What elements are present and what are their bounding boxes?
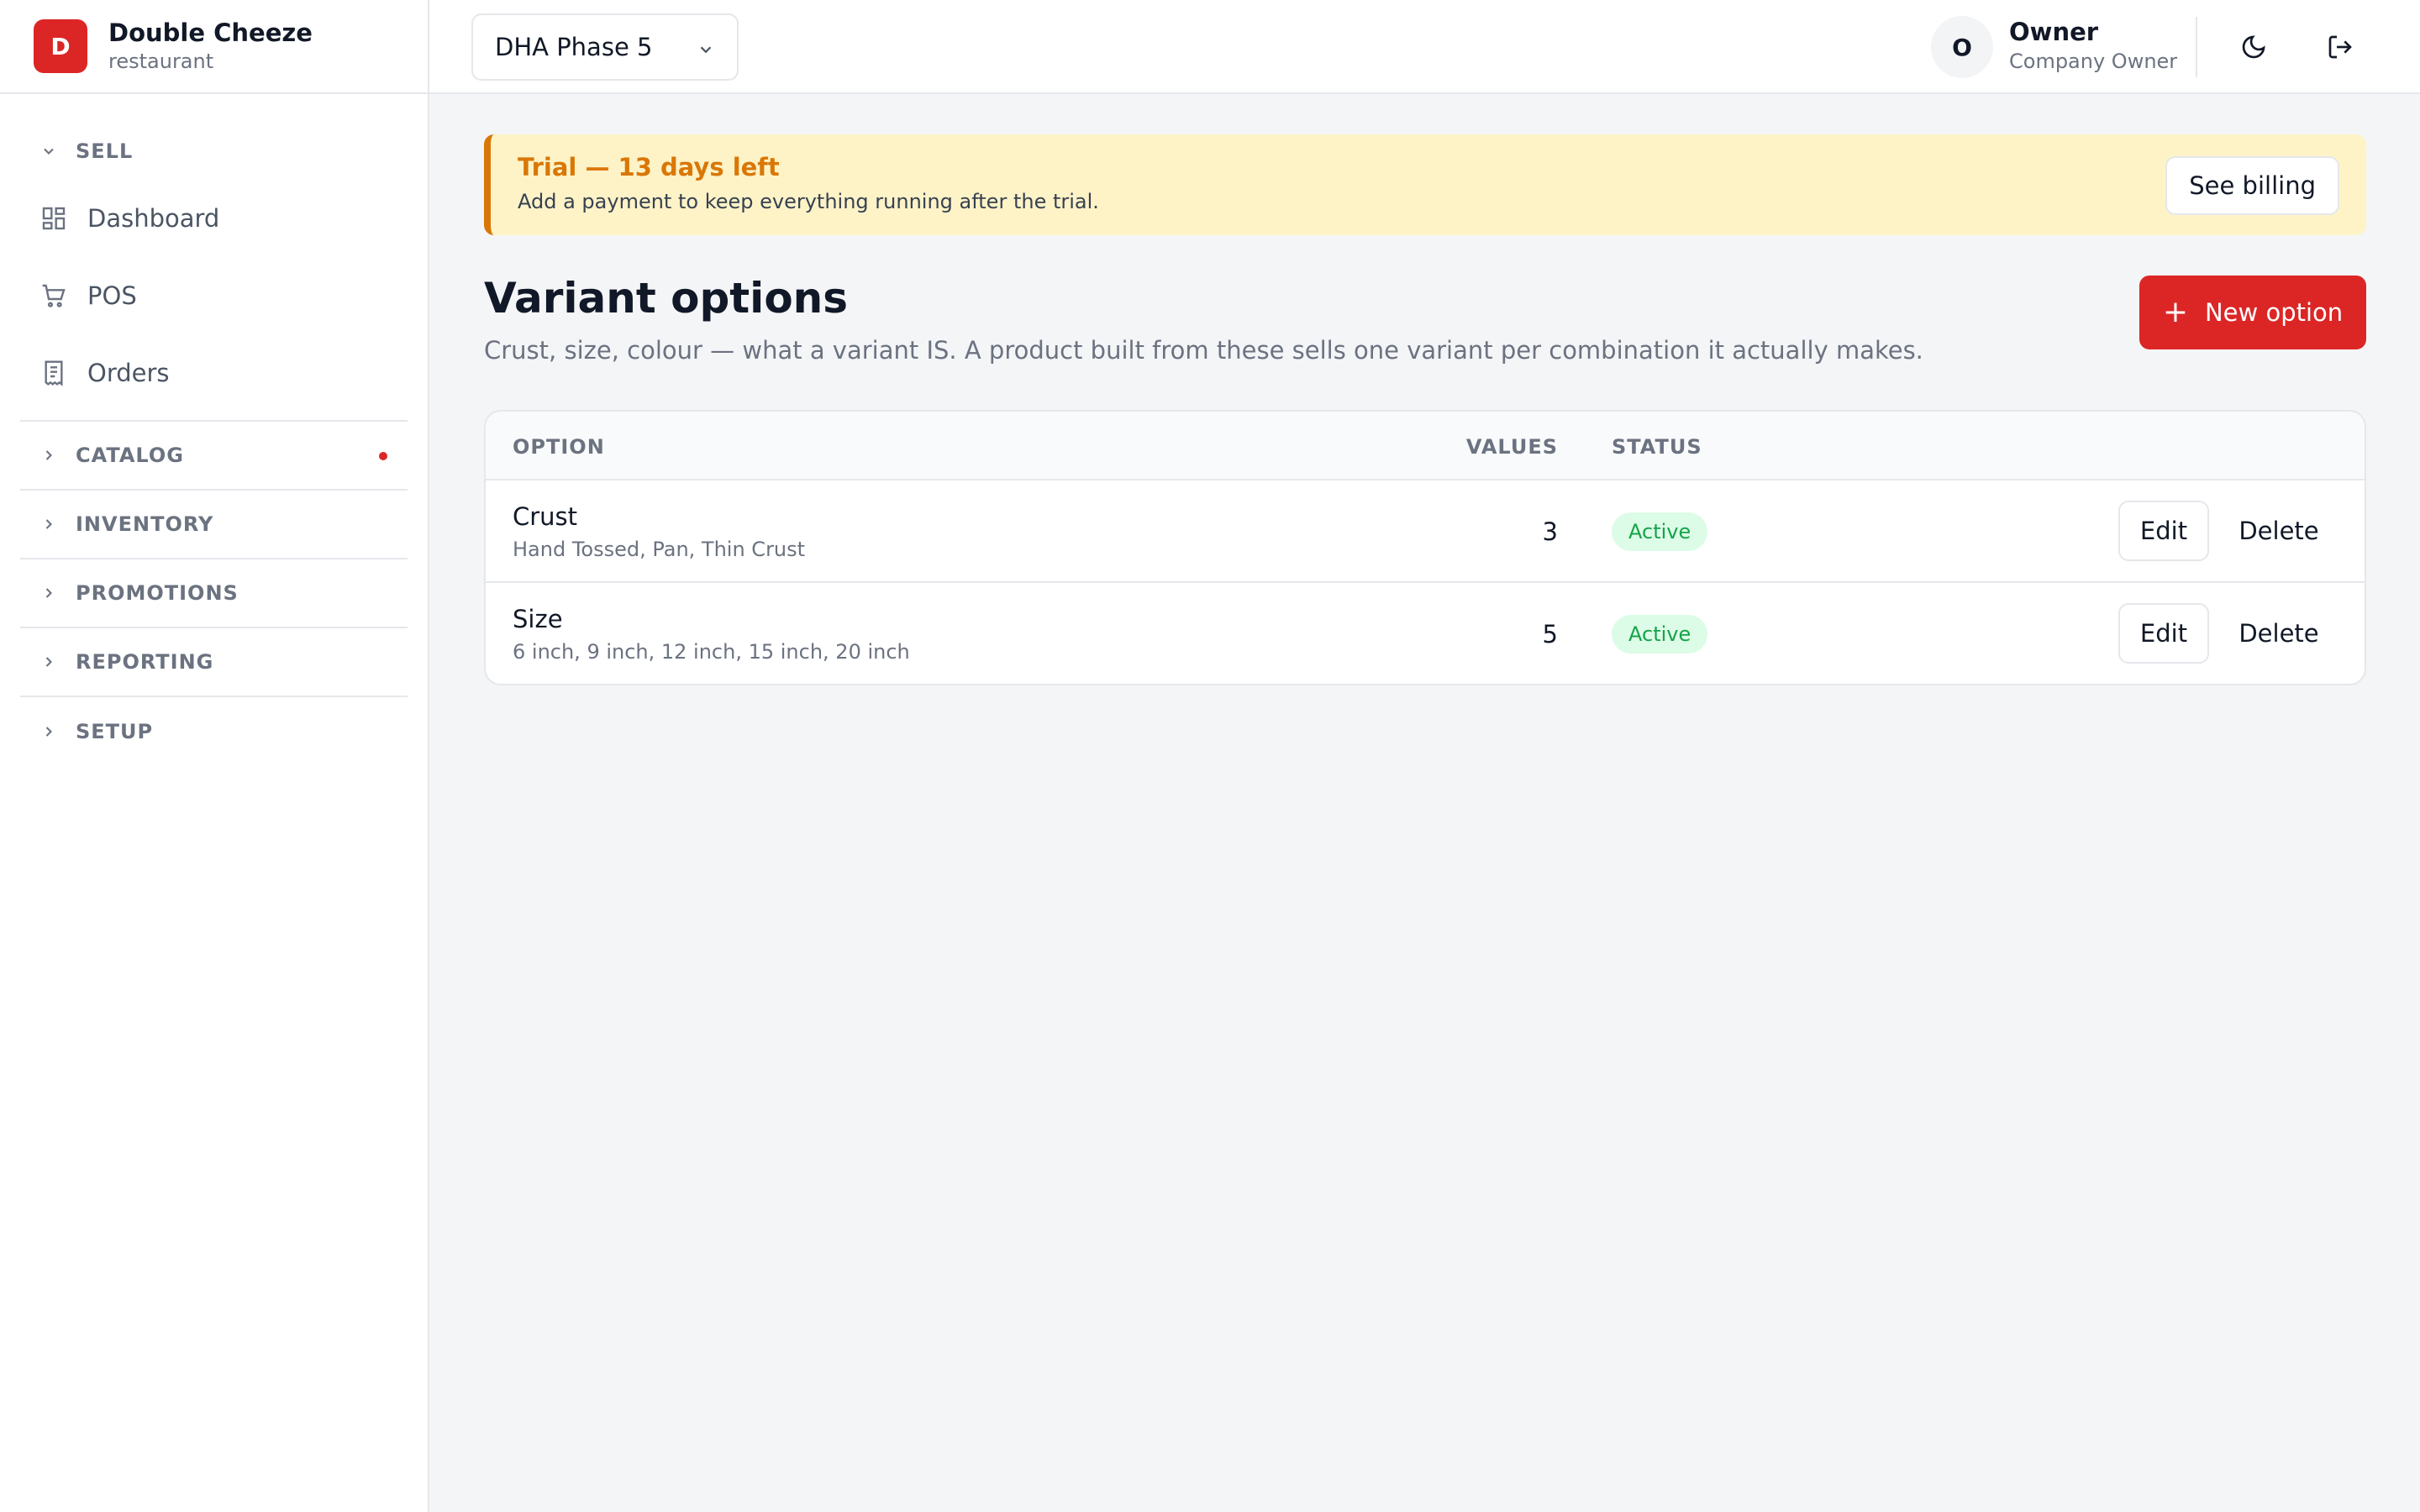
moon-icon <box>2242 35 2265 59</box>
column-header-status: STATUS <box>1612 435 1702 459</box>
notification-dot <box>379 452 387 460</box>
section-inventory[interactable]: INVENTORY <box>20 491 408 559</box>
section-reporting[interactable]: REPORTING <box>20 628 408 697</box>
brand-logo: D <box>34 19 87 73</box>
chevron-right-icon <box>45 519 52 529</box>
delete-button[interactable]: Delete <box>2225 501 2333 561</box>
page-title: Variant options <box>484 274 849 323</box>
trial-text: Add a payment to keep everything running… <box>518 190 1099 213</box>
see-billing-button[interactable]: See billing <box>2165 156 2339 215</box>
brand-name: Double Cheeze <box>108 18 313 47</box>
brand-type: restaurant <box>108 50 214 73</box>
delete-button[interactable]: Delete <box>2225 603 2333 664</box>
sidebar-item-label: Dashboard <box>87 204 220 233</box>
section-promotions-label: PROMOTIONS <box>76 581 239 605</box>
sidebar-item-pos[interactable]: POS <box>20 257 408 334</box>
sidebar-item-label: Orders <box>87 359 170 387</box>
option-name: Size <box>513 605 563 633</box>
column-header-option: OPTION <box>513 435 605 459</box>
values-count: 5 <box>1542 620 1558 648</box>
user-name: Owner <box>2009 18 2099 46</box>
column-header-values: VALUES <box>1465 435 1558 459</box>
section-inventory-label: INVENTORY <box>76 512 214 536</box>
plus-icon: + <box>2162 295 2188 329</box>
trial-title: Trial — 13 days left <box>518 153 780 181</box>
dashboard-icon <box>42 207 66 230</box>
options-table: OPTION VALUES STATUS Crust Hand Tossed, … <box>484 410 2366 685</box>
table-row: Crust Hand Tossed, Pan, Thin Crust 3 Act… <box>486 480 2365 583</box>
new-option-button[interactable]: + New option <box>2139 276 2366 349</box>
receipt-icon <box>45 360 63 386</box>
edit-button[interactable]: Edit <box>2118 603 2209 664</box>
chevron-down-icon <box>700 46 712 54</box>
sidebar-nav: SELL Dashboard POS Orders CATALOG INVENT… <box>0 94 428 766</box>
section-setup-label: SETUP <box>76 720 154 743</box>
option-values: Hand Tossed, Pan, Thin Crust <box>513 538 806 561</box>
status-badge: Active <box>1612 615 1708 654</box>
section-sell[interactable]: SELL <box>20 94 408 186</box>
logout-button[interactable] <box>2317 24 2364 71</box>
user-info: Owner Company Owner <box>2009 17 2177 76</box>
sidebar-item-orders[interactable]: Orders <box>20 334 408 412</box>
brand[interactable]: D Double Cheeze restaurant <box>0 0 428 94</box>
chevron-down-icon <box>44 148 54 155</box>
section-promotions[interactable]: PROMOTIONS <box>20 559 408 628</box>
avatar[interactable]: O <box>1931 16 1993 78</box>
cart-icon <box>42 284 66 307</box>
theme-toggle-button[interactable] <box>2230 24 2277 71</box>
status-badge: Active <box>1612 512 1708 551</box>
sidebar-item-label: POS <box>87 281 137 310</box>
user-role: Company Owner <box>2009 50 2178 73</box>
new-option-label: New option <box>2204 298 2344 327</box>
section-catalog[interactable]: CATALOG <box>20 422 408 491</box>
logout-icon <box>2328 35 2352 59</box>
sidebar-item-dashboard[interactable]: Dashboard <box>20 180 408 257</box>
values-count: 3 <box>1542 517 1558 546</box>
chevron-right-icon <box>45 727 52 737</box>
topbar: DHA Phase 5 O Owner Company Owner <box>429 0 2420 94</box>
chevron-right-icon <box>45 657 52 667</box>
trial-banner: Trial — 13 days left Add a payment to ke… <box>484 134 2366 235</box>
branch-select[interactable]: DHA Phase 5 <box>471 13 739 81</box>
edit-button[interactable]: Edit <box>2118 501 2209 561</box>
table-row: Size 6 inch, 9 inch, 12 inch, 15 inch, 2… <box>486 583 2365 684</box>
chevron-right-icon <box>45 588 52 598</box>
page-description: Crust, size, colour — what a variant IS.… <box>484 336 1923 365</box>
option-values: 6 inch, 9 inch, 12 inch, 15 inch, 20 inc… <box>513 640 910 664</box>
table-header: OPTION VALUES STATUS <box>486 412 2365 480</box>
section-reporting-label: REPORTING <box>76 650 214 674</box>
branch-select-value: DHA Phase 5 <box>495 33 653 61</box>
divider <box>2196 17 2197 77</box>
chevron-right-icon <box>45 450 52 460</box>
sidebar: D Double Cheeze restaurant SELL Dashboar… <box>0 0 429 1512</box>
section-catalog-label: CATALOG <box>76 444 184 467</box>
option-name: Crust <box>513 502 578 531</box>
section-sell-label: SELL <box>76 139 134 163</box>
section-setup[interactable]: SETUP <box>20 697 408 766</box>
